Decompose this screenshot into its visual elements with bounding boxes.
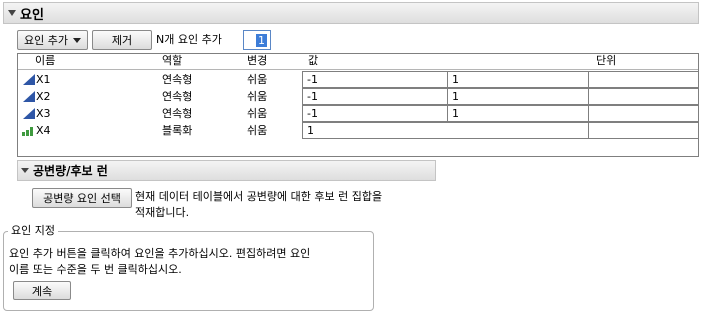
column-header-units: 단위 (596, 54, 617, 67)
column-header-change: 변경 (247, 54, 268, 67)
instructions-text: 요인 추가 버튼을 클릭하여 요인을 추가하십시오. 편집하려면 요인 이름 또… (9, 246, 371, 278)
factor-role: 연속형 (162, 90, 193, 103)
continuous-icon (23, 91, 35, 102)
add-n-factors-label: N개 요인 추가 (156, 33, 222, 46)
covariates-section-header[interactable]: 공변량/후보 런 (17, 160, 436, 181)
add-factor-dropdown[interactable]: 요인 추가 (17, 30, 88, 50)
continue-button[interactable]: 계속 (13, 281, 71, 300)
factor-changes: 쉬움 (247, 73, 268, 86)
n-factors-input[interactable]: 1 (243, 30, 271, 50)
low-value-cell[interactable]: -1 (302, 105, 448, 122)
factor-name[interactable]: X2 (36, 88, 51, 105)
factor-name[interactable]: X1 (36, 71, 51, 88)
table-row[interactable]: X3 연속형 쉬움 -1 1 (18, 105, 699, 122)
high-value-cell[interactable]: 1 (447, 71, 589, 88)
instruction-line: 이름 또는 수준을 두 번 클릭하십시오. (9, 263, 182, 276)
table-row[interactable]: X4 블록화 쉬움 1 (18, 122, 699, 139)
factor-changes: 쉬움 (247, 90, 268, 103)
units-cell[interactable] (588, 122, 699, 139)
units-cell[interactable] (588, 88, 699, 105)
high-value-cell[interactable]: 1 (447, 88, 589, 105)
section-title: 요인 (20, 7, 44, 23)
select-covariate-label: 공변량 요인 선택 (43, 192, 121, 205)
covariate-description: 현재 데이터 테이블에서 공변량에 대한 후보 런 집합을 적재합니다. (135, 189, 440, 221)
add-factor-label: 요인 추가 (24, 34, 68, 47)
factors-table: 이름 역할 변경 값 단위 X1 연속형 쉬움 -1 1 X2 연속형 쉬움 -… (17, 53, 699, 157)
description-line: 적재합니다. (135, 206, 190, 219)
factor-role: 블록화 (162, 124, 193, 137)
disclosure-triangle-icon[interactable] (21, 168, 29, 173)
factor-role: 연속형 (162, 107, 193, 120)
group-legend: 요인 지정 (8, 223, 58, 239)
remove-label: 제거 (111, 34, 133, 47)
blocking-icon (22, 127, 33, 136)
low-value-cell[interactable]: -1 (302, 71, 448, 88)
section-title: 공변량/후보 런 (33, 164, 108, 178)
instruction-line: 요인 추가 버튼을 클릭하여 요인을 추가하십시오. 편집하려면 요인 (9, 247, 311, 260)
factors-section-header[interactable]: 요인 (3, 2, 699, 24)
column-header-name: 이름 (35, 54, 56, 67)
table-row[interactable]: X2 연속형 쉬움 -1 1 (18, 88, 699, 105)
factor-role: 연속형 (162, 73, 193, 86)
low-value-cell[interactable]: -1 (302, 88, 448, 105)
n-factors-value: 1 (256, 33, 267, 47)
description-line: 현재 데이터 테이블에서 공변량에 대한 후보 런 집합을 (135, 190, 383, 203)
column-header-role: 역할 (162, 54, 183, 67)
factor-changes: 쉬움 (247, 107, 268, 120)
units-cell[interactable] (588, 71, 699, 88)
factor-changes: 쉬움 (247, 124, 268, 137)
high-value-cell[interactable]: 1 (447, 105, 589, 122)
continuous-icon (23, 74, 35, 85)
disclosure-triangle-icon[interactable] (8, 10, 16, 16)
factor-name[interactable]: X3 (36, 105, 51, 122)
select-covariate-factors-button[interactable]: 공변량 요인 선택 (32, 188, 132, 208)
remove-button[interactable]: 제거 (92, 30, 152, 50)
table-row[interactable]: X1 연속형 쉬움 -1 1 (18, 71, 699, 88)
continuous-icon (23, 108, 35, 119)
units-cell[interactable] (588, 105, 699, 122)
continue-label: 계속 (31, 284, 53, 298)
chevron-down-icon (72, 37, 81, 43)
header-divider (18, 69, 698, 70)
blocking-value-cell[interactable]: 1 (302, 122, 589, 139)
factor-name[interactable]: X4 (36, 122, 51, 139)
column-header-values: 값 (308, 54, 319, 67)
